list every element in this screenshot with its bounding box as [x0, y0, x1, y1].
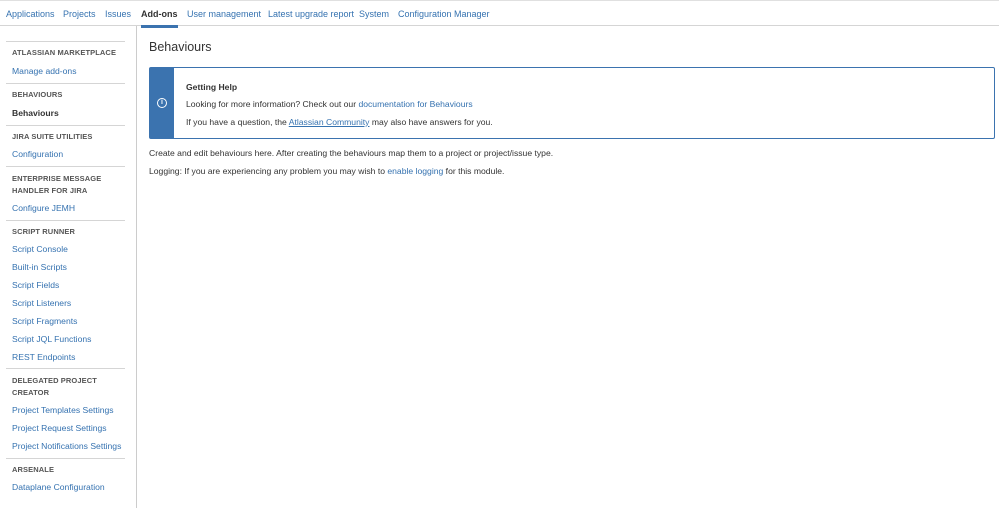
sidebar-item-script-jql-functions[interactable]: Script JQL Functions [12, 334, 91, 344]
sidebar-heading-enterprise-message-handler: ENTERPRISE MESSAGE [12, 174, 102, 183]
divider [6, 41, 125, 42]
divider [6, 220, 125, 221]
sidebar-item-built-in-scripts[interactable]: Built-in Scripts [12, 262, 67, 272]
tab-user-management[interactable]: User management [187, 9, 261, 19]
sidebar-item-behaviours[interactable]: Behaviours [12, 108, 59, 118]
info-icon: i [157, 98, 167, 108]
tab-projects[interactable]: Projects [63, 9, 96, 19]
sidebar-item-script-fields[interactable]: Script Fields [12, 280, 59, 290]
divider [6, 83, 125, 84]
page-title: Behaviours [149, 40, 212, 54]
sidebar-item-script-fragments[interactable]: Script Fragments [12, 316, 77, 326]
sidebar-heading-enterprise-message-handler-line2: HANDLER FOR JIRA [12, 186, 88, 195]
sidebar-heading-delegated-project-creator: DELEGATED PROJECT [12, 376, 97, 385]
sidebar-item-dataplane-configuration[interactable]: Dataplane Configuration [12, 482, 105, 492]
help-message-box: i Getting Help Looking for more informat… [149, 67, 995, 139]
sidebar-item-project-templates-settings[interactable]: Project Templates Settings [12, 405, 114, 415]
top-navigation: Applications Projects Issues Add-ons Use… [0, 0, 999, 28]
divider [6, 125, 125, 126]
sidebar-item-configuration[interactable]: Configuration [12, 149, 63, 159]
divider [6, 458, 125, 459]
help-line-documentation: Looking for more information? Check out … [186, 99, 473, 109]
help-accent-bar: i [150, 68, 174, 138]
enable-logging-link[interactable]: enable logging [387, 166, 443, 176]
atlassian-community-link[interactable]: Atlassian Community [289, 117, 370, 127]
tab-add-ons[interactable]: Add-ons [141, 9, 178, 28]
sidebar-item-rest-endpoints[interactable]: REST Endpoints [12, 352, 75, 362]
sidebar-item-script-console[interactable]: Script Console [12, 244, 68, 254]
logging-prefix: Logging: If you are experiencing any pro… [149, 166, 388, 176]
tab-latest-upgrade-report[interactable]: Latest upgrade report [268, 9, 354, 19]
description-text: Create and edit behaviours here. After c… [149, 148, 554, 158]
sidebar-heading-behaviours: BEHAVIOURS [12, 90, 63, 99]
help-line-community: If you have a question, the Atlassian Co… [186, 117, 493, 127]
help-line-text: Looking for more information? Check out … [186, 99, 359, 109]
sidebar: ATLASSIAN MARKETPLACE Manage add-ons BEH… [0, 26, 137, 508]
help-heading: Getting Help [186, 82, 238, 92]
help-line-text: may also have answers for you. [369, 117, 493, 127]
divider [6, 166, 125, 167]
help-line-text: If you have a question, the [186, 117, 289, 127]
sidebar-item-configure-jemh[interactable]: Configure JEMH [12, 203, 75, 213]
logging-text: Logging: If you are experiencing any pro… [149, 166, 504, 176]
tab-applications[interactable]: Applications [6, 9, 55, 19]
sidebar-heading-script-runner: SCRIPT RUNNER [12, 227, 75, 236]
sidebar-item-script-listeners[interactable]: Script Listeners [12, 298, 71, 308]
divider [6, 368, 125, 369]
sidebar-item-project-request-settings[interactable]: Project Request Settings [12, 423, 107, 433]
sidebar-heading-arsenale: ARSENALE [12, 465, 55, 474]
documentation-link[interactable]: documentation for Behaviours [358, 99, 472, 109]
tab-configuration-manager[interactable]: Configuration Manager [398, 9, 490, 19]
tab-system[interactable]: System [359, 9, 389, 19]
logging-suffix: for this module. [443, 166, 505, 176]
sidebar-heading-delegated-project-creator-line2: CREATOR [12, 388, 50, 397]
sidebar-heading-jira-suite-utilities: JIRA SUITE UTILITIES [12, 132, 93, 141]
sidebar-heading-atlassian-marketplace: ATLASSIAN MARKETPLACE [12, 48, 117, 57]
sidebar-item-project-notifications-settings[interactable]: Project Notifications Settings [12, 441, 121, 451]
sidebar-item-manage-add-ons[interactable]: Manage add-ons [12, 66, 77, 76]
tab-issues[interactable]: Issues [105, 9, 131, 19]
